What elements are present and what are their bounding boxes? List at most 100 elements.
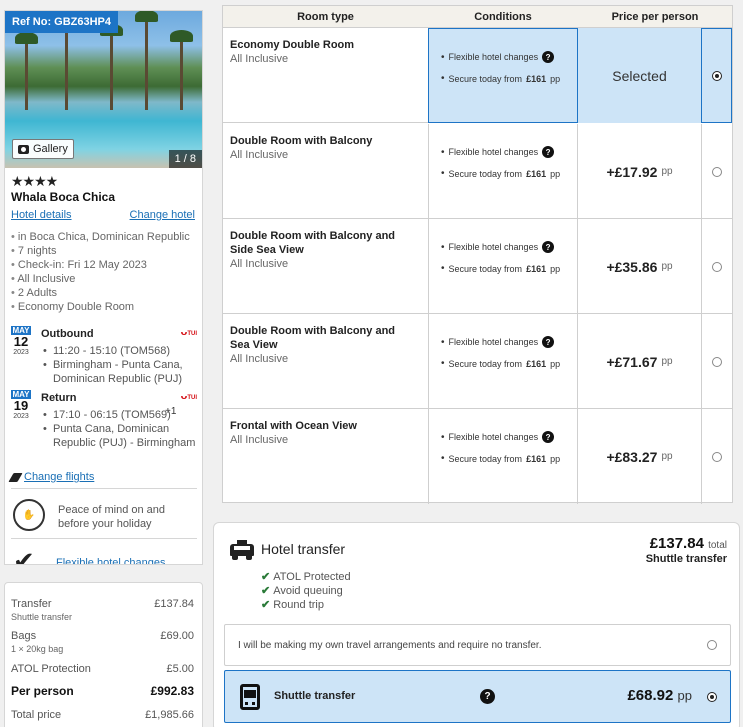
condition-text: Flexible hotel changes bbox=[448, 432, 539, 442]
info-checkin: Check-in: Fri 12 May 2023 bbox=[11, 258, 190, 272]
price-row-per-person: Per person £992.83 bbox=[11, 684, 194, 698]
room-radio[interactable] bbox=[712, 261, 722, 272]
shuttle-radio-selected[interactable] bbox=[707, 692, 717, 702]
room-title: Double Room with Balcony and Sea View bbox=[230, 325, 396, 351]
price-row-transfer: Transfer Shuttle transfer £137.84 bbox=[11, 598, 194, 622]
room-row-balcony-sea[interactable]: Double Room with Balcony and Sea View All… bbox=[223, 314, 732, 409]
help-icon[interactable]: ? bbox=[480, 689, 495, 704]
no-transfer-option[interactable]: I will be making my own travel arrangeme… bbox=[224, 624, 731, 666]
gallery-button[interactable]: Gallery bbox=[12, 139, 74, 159]
feature-item: ✔ ATOL Protected bbox=[261, 570, 351, 584]
help-icon[interactable]: ? bbox=[542, 241, 555, 253]
row-value: £992.83 bbox=[150, 684, 194, 698]
flight-route: Birmingham - Punta Cana, Dominican Repub… bbox=[43, 358, 202, 386]
date-badge: MAY 19 2023 bbox=[11, 390, 31, 420]
help-icon[interactable]: ? bbox=[542, 51, 555, 63]
gallery-label: Gallery bbox=[33, 143, 68, 155]
room-radio[interactable] bbox=[712, 166, 722, 177]
condition-text: Flexible hotel changes bbox=[448, 147, 539, 157]
hotel-details-link[interactable]: Hotel details bbox=[11, 209, 72, 221]
help-icon[interactable]: ? bbox=[542, 431, 555, 443]
row-value: £5.00 bbox=[166, 663, 194, 675]
radio-cell[interactable] bbox=[701, 28, 732, 123]
condition-text: Flexible hotel changes bbox=[448, 52, 539, 62]
header-conditions: Conditions bbox=[428, 6, 578, 28]
conditions-cell: Flexible hotel changes? Secure today fro… bbox=[428, 124, 578, 219]
peace-of-mind-text: Peace of mind on and before your holiday bbox=[58, 504, 166, 530]
selected-label: Selected bbox=[612, 67, 667, 84]
price-row-atol: ATOL Protection £5.00 bbox=[11, 663, 194, 675]
board-type: All Inclusive bbox=[230, 258, 289, 270]
secure-amount: £161 bbox=[526, 358, 547, 369]
radio-cell[interactable] bbox=[701, 219, 732, 314]
room-title: Frontal with Ocean View bbox=[230, 420, 357, 432]
help-icon[interactable]: ? bbox=[542, 146, 555, 158]
price-cell: +£83.27 pp bbox=[578, 409, 701, 504]
change-hotel-link[interactable]: Change hotel bbox=[130, 209, 195, 221]
room-radio-selected[interactable] bbox=[711, 70, 722, 81]
no-transfer-radio[interactable] bbox=[707, 640, 717, 650]
row-sublabel: Shuttle transfer bbox=[11, 612, 73, 622]
booking-info-list: in Boca Chica, Dominican Republic 7 nigh… bbox=[11, 230, 190, 314]
secure-suffix: pp bbox=[550, 73, 561, 84]
feature-item: ✔ Round trip bbox=[261, 598, 351, 612]
hotel-photo[interactable]: Ref No: GBZ63HP4 Gallery 1 / 8 bbox=[5, 11, 202, 168]
room-radio[interactable] bbox=[712, 451, 722, 462]
row-value: £1,985.66 bbox=[145, 709, 194, 721]
room-title: Double Room with Balcony and Side Sea Vi… bbox=[230, 230, 396, 256]
secure-amount: £161 bbox=[526, 168, 547, 179]
return-flight: MAY 19 2023 Return ᴗTUI +1 17:10 - 06:15… bbox=[11, 390, 201, 450]
conditions-cell: Flexible hotel changes? Secure today fro… bbox=[428, 314, 578, 409]
divider bbox=[11, 488, 197, 489]
room-row-frontal-ocean[interactable]: Frontal with Ocean View All Inclusive Fle… bbox=[223, 409, 732, 504]
check-icon: ✔ bbox=[261, 571, 271, 583]
secure-prefix: Secure today from bbox=[448, 168, 523, 179]
condition-text: Flexible hotel changes bbox=[448, 242, 539, 252]
transfer-total: £137.84 total Shuttle transfer bbox=[646, 535, 727, 565]
price-cell: Selected bbox=[578, 28, 701, 123]
secure-suffix: pp bbox=[550, 168, 561, 179]
room-radio[interactable] bbox=[712, 356, 722, 367]
board-type: All Inclusive bbox=[230, 353, 289, 365]
room-selection-table: Room type Conditions Price per person Ec… bbox=[222, 5, 733, 504]
airline-name: TUI bbox=[187, 331, 197, 337]
airline-name: TUI bbox=[187, 395, 197, 401]
secure-prefix: Secure today from bbox=[448, 453, 523, 464]
price-delta: +£17.92 bbox=[606, 163, 658, 180]
room-row-balcony-side-sea[interactable]: Double Room with Balcony and Side Sea Vi… bbox=[223, 219, 732, 314]
row-label: Transfer bbox=[11, 598, 52, 610]
conditions-cell: Flexible hotel changes? Secure today fro… bbox=[428, 219, 578, 314]
pp-label: pp bbox=[661, 451, 673, 462]
row-value: £137.84 bbox=[154, 598, 194, 610]
secure-amount: £161 bbox=[526, 73, 547, 84]
total-amount: £137.84 bbox=[649, 535, 704, 552]
total-label: total bbox=[708, 540, 727, 551]
shuttle-transfer-option[interactable]: Shuttle transfer ? £68.92 pp bbox=[224, 670, 731, 723]
date-year: 2023 bbox=[13, 349, 29, 356]
info-nights: 7 nights bbox=[11, 244, 190, 258]
flight-route: Punta Cana, Dominican Republic (PUJ) - B… bbox=[43, 422, 202, 450]
change-flights-label: Change flights bbox=[24, 471, 95, 483]
flight-details: 17:10 - 06:15 (TOM569) Punta Cana, Domin… bbox=[43, 408, 202, 450]
radio-cell[interactable] bbox=[701, 409, 732, 504]
room-row-economy-double[interactable]: Economy Double Room All Inclusive Flexibl… bbox=[223, 28, 732, 123]
price-cell: +£71.67 pp bbox=[578, 314, 701, 409]
room-name: Double Room with Balcony and Side Sea Vi… bbox=[230, 229, 415, 271]
transfer-features: ✔ ATOL Protected ✔ Avoid queuing ✔ Round tr… bbox=[261, 570, 351, 612]
no-transfer-label: I will be making my own travel arrangeme… bbox=[238, 639, 542, 651]
change-flights-link[interactable]: Change flights bbox=[8, 471, 95, 483]
price-delta: +£71.67 bbox=[606, 353, 658, 370]
info-location: in Boca Chica, Dominican Republic bbox=[11, 230, 190, 244]
star-rating: ★★★★ bbox=[11, 173, 58, 189]
transfer-title: Hotel transfer bbox=[261, 541, 346, 557]
radio-cell[interactable] bbox=[701, 314, 732, 409]
checkmark-icon: ✔ bbox=[13, 546, 35, 565]
condition-flexible: Flexible hotel changes? bbox=[441, 431, 555, 443]
room-row-balcony[interactable]: Double Room with Balcony All Inclusive Fl… bbox=[223, 124, 732, 219]
price-summary-card: Transfer Shuttle transfer £137.84 Bags 1 ×… bbox=[4, 582, 203, 727]
flexible-changes-link[interactable]: Flexible hotel changes bbox=[56, 557, 165, 564]
check-icon: ✔ bbox=[261, 599, 271, 611]
help-icon[interactable]: ? bbox=[542, 336, 555, 348]
camera-icon bbox=[18, 144, 29, 154]
radio-cell[interactable] bbox=[701, 124, 732, 219]
